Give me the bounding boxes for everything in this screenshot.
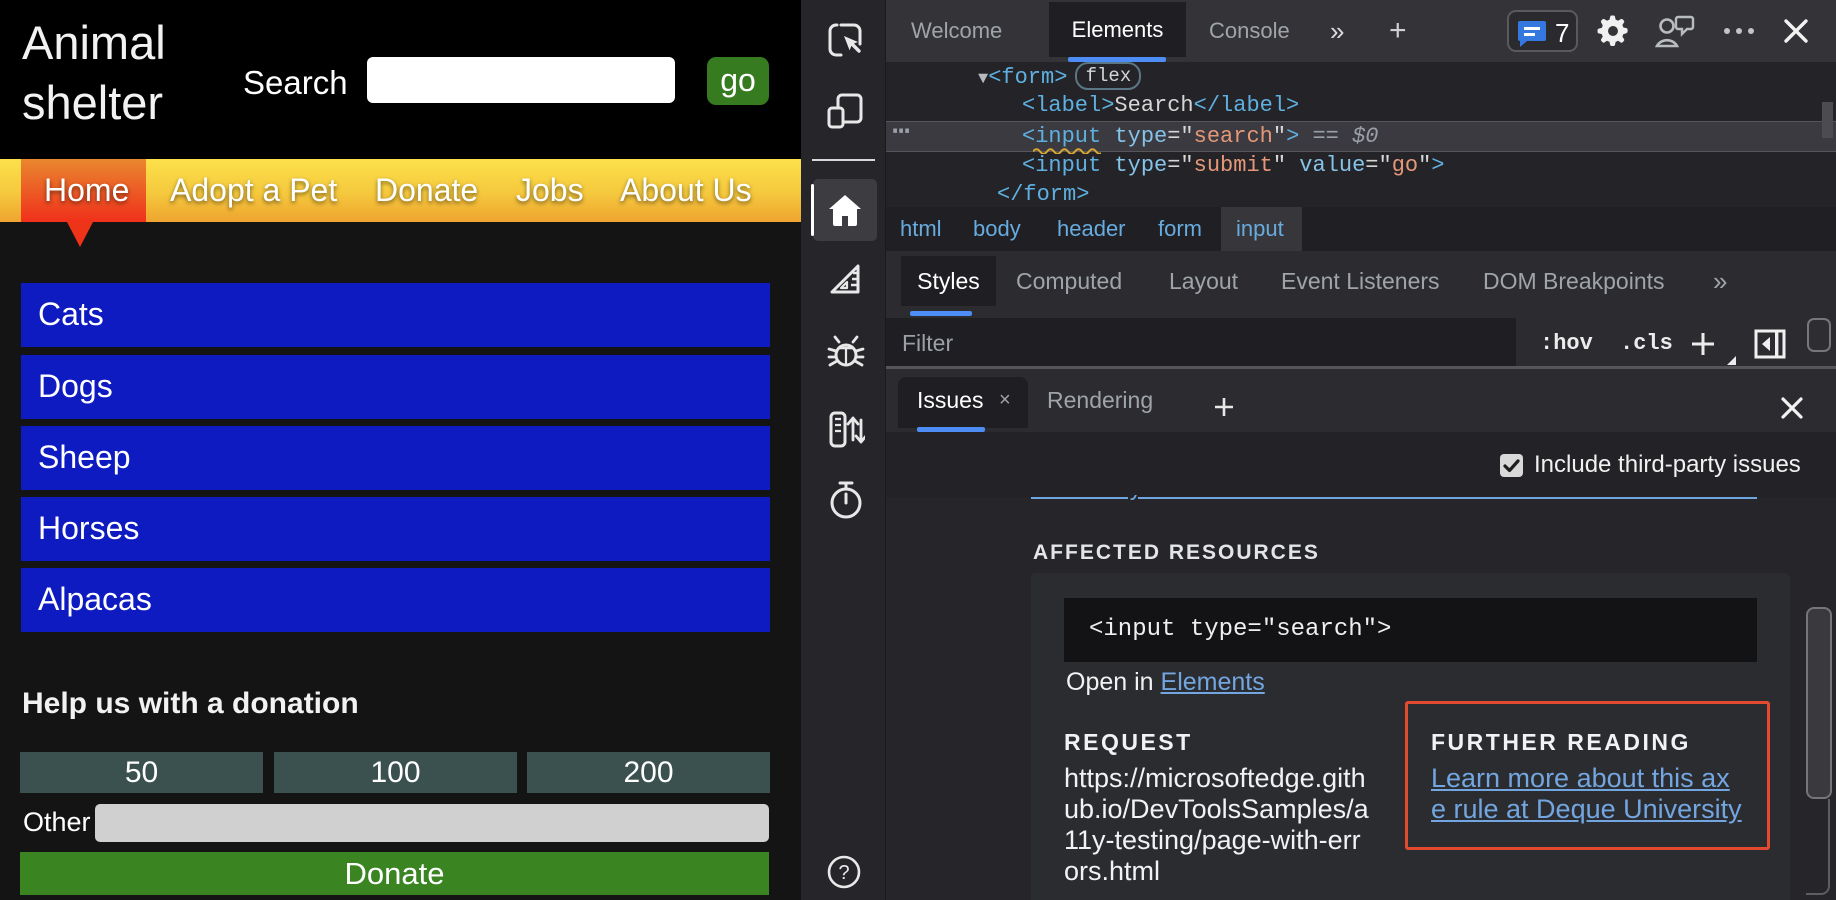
svg-text:?: ? (838, 862, 849, 884)
